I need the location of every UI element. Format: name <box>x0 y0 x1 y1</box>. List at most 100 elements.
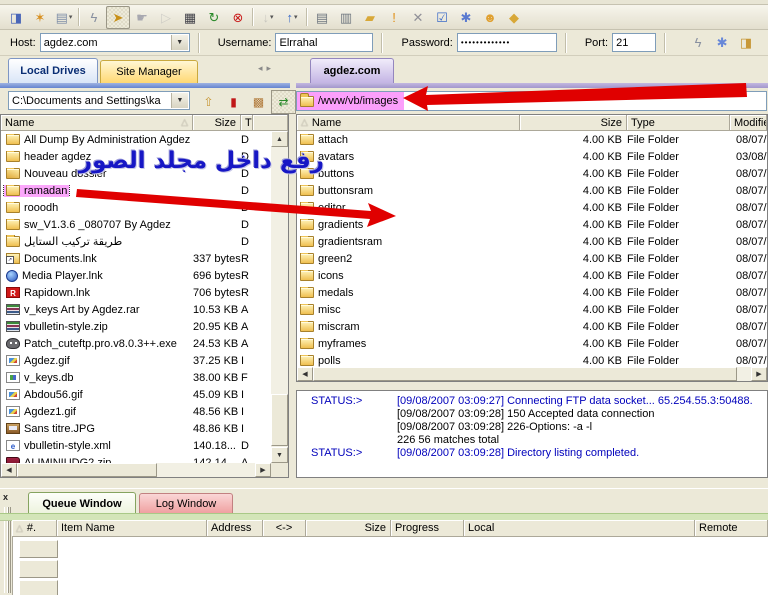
list-item[interactable]: editor 4.00 KB File Folder 08/07/ <box>297 199 767 216</box>
grab-tool-icon[interactable]: ☛ <box>130 6 154 29</box>
parent-folder-icon[interactable]: ⇧ <box>196 90 221 114</box>
new-folder-icon[interactable]: ▰ <box>358 6 382 29</box>
tasks-icon[interactable]: ☑ <box>430 6 454 29</box>
quick-connect-icon[interactable]: ϟ <box>686 31 710 54</box>
host-combo[interactable]: agdez.com ▼ <box>40 33 190 52</box>
list-item[interactable]: Documents.lnk 337 bytes R <box>1 250 271 267</box>
shield-icon[interactable]: ◆ <box>502 6 526 29</box>
download-icon[interactable]: ↓ <box>256 6 280 29</box>
list-item[interactable]: green2 4.00 KB File Folder 08/07/ <box>297 250 767 267</box>
quick-connect-wand-icon[interactable]: ✶ <box>28 6 52 29</box>
username-field[interactable]: Elrrahal <box>275 33 373 52</box>
site-manager-icon[interactable]: ◨ <box>4 6 28 29</box>
upload-icon[interactable]: ↑ <box>280 6 304 29</box>
scroll-up-icon[interactable]: ▲ <box>271 131 288 147</box>
column-header-local[interactable]: Local <box>464 520 695 537</box>
pointer-tool-icon[interactable]: ➤ <box>106 6 130 29</box>
list-item[interactable]: myframes 4.00 KB File Folder 08/07/ <box>297 335 767 352</box>
list-item[interactable]: sw_V1.3.6 _080707 By Agdez D <box>1 216 271 233</box>
list-item[interactable]: vbulletin-style.xml 140.18... D <box>1 437 271 454</box>
column-header-type[interactable]: T <box>241 115 253 131</box>
queue-list-icon[interactable]: ▤ <box>310 6 334 29</box>
list-item[interactable]: All Dump By Administration Agdez D <box>1 131 271 148</box>
list-item[interactable]: طريقة تركيب الستايل D <box>1 233 271 250</box>
list-item[interactable]: Patch_cuteftp.pro.v8.0.3++.exe 24.53 KB … <box>1 335 271 352</box>
stop-icon[interactable]: ⊗ <box>226 6 250 29</box>
list-item[interactable]: buttonsram 4.00 KB File Folder 08/07/ <box>297 182 767 199</box>
column-header-type[interactable]: Type <box>627 115 730 131</box>
red-book-icon[interactable]: ▮ <box>221 90 246 114</box>
port-field[interactable]: 21 <box>612 33 656 52</box>
column-header-direction[interactable]: <-> <box>263 520 306 537</box>
horizontal-scrollbar[interactable]: ◀ ▶ <box>1 463 271 477</box>
scrollbar-thumb[interactable] <box>271 394 288 446</box>
list-item[interactable]: Agdez1.gif 48.56 KB I <box>1 403 271 420</box>
list-item[interactable]: misc 4.00 KB File Folder 08/07/ <box>297 301 767 318</box>
list-item[interactable]: gradients 4.00 KB File Folder 08/07/ <box>297 216 767 233</box>
chevron-down-icon[interactable]: ▼ <box>171 93 188 108</box>
quick-settings-gear-icon[interactable]: ✱ <box>710 31 734 54</box>
column-header-size[interactable]: Size <box>520 115 627 131</box>
chevron-down-icon[interactable]: ▼ <box>171 35 188 50</box>
password-field[interactable]: ••••••••••••• <box>457 33 557 52</box>
tab-local-drives[interactable]: Local Drives <box>8 58 98 83</box>
url-clipboard-icon[interactable]: ▦ <box>178 6 202 29</box>
remote-path-bar[interactable]: /www/vb/images <box>296 91 767 111</box>
list-item[interactable]: ramadan D <box>1 182 271 199</box>
connect-icon[interactable]: ϟ <box>82 6 106 29</box>
column-header-modified[interactable]: Modified <box>730 115 767 131</box>
column-header-size[interactable]: Size <box>193 115 241 131</box>
tab-scroll-arrows[interactable]: ◂▸ <box>258 63 275 74</box>
arrow-disabled-icon[interactable]: ▷ <box>154 6 178 29</box>
list-item[interactable]: v_keys.db 38.00 KB F <box>1 369 271 386</box>
list-item[interactable]: Nouveau dossier D <box>1 165 271 182</box>
column-header-number[interactable]: #. <box>12 520 57 537</box>
view-thumbnails-icon[interactable]: ▩ <box>246 90 271 114</box>
scroll-left-icon[interactable]: ◀ <box>297 367 313 381</box>
list-item[interactable]: medals 4.00 KB File Folder 08/07/ <box>297 284 767 301</box>
scroll-right-icon[interactable]: ▶ <box>255 463 271 477</box>
list-item[interactable]: Sans titre.JPG 48.86 KB I <box>1 420 271 437</box>
list-item[interactable]: ALIMINIUDG2.zip 142.14... A <box>1 454 271 463</box>
scroll-down-icon[interactable]: ▼ <box>271 447 288 463</box>
local-path-combo[interactable]: C:\Documents and Settings\ka ▼ <box>8 91 190 110</box>
tab-log-window[interactable]: Log Window <box>139 493 233 514</box>
column-header-remote[interactable]: Remote <box>695 520 768 537</box>
column-header-size[interactable]: Size <box>306 520 391 537</box>
tab-site-manager[interactable]: Site Manager <box>100 60 198 83</box>
list-item[interactable]: Abdou56.gif 45.09 KB I <box>1 386 271 403</box>
list-item[interactable]: buttons 4.00 KB File Folder 08/07/ <box>297 165 767 182</box>
list-item[interactable]: gradientsram 4.00 KB File Folder 08/07/ <box>297 233 767 250</box>
edit-list-icon[interactable]: ▥ <box>334 6 358 29</box>
settings-gear-icon[interactable]: ✱ <box>454 6 478 29</box>
horizontal-scrollbar[interactable]: ◀ ▶ <box>297 367 767 381</box>
sync-folders-icon[interactable]: ⇄ <box>271 90 296 114</box>
tab-remote-site[interactable]: agdez.com <box>310 58 394 83</box>
list-item[interactable]: Media Player.lnk 696 bytes R <box>1 267 271 284</box>
list-item[interactable]: vbulletin-style.zip 20.95 KB A <box>1 318 271 335</box>
add-to-site-manager-icon[interactable]: ◨ <box>734 31 758 54</box>
alert-icon[interactable]: ! <box>382 6 406 29</box>
column-header-item-name[interactable]: Item Name <box>57 520 207 537</box>
column-header-address[interactable]: Address <box>207 520 263 537</box>
tab-queue-window[interactable]: Queue Window <box>28 492 136 514</box>
list-item[interactable]: attach 4.00 KB File Folder 08/07/ <box>297 131 767 148</box>
refresh-icon[interactable]: ↻ <box>202 6 226 29</box>
close-icon[interactable]: x <box>3 493 8 502</box>
list-item[interactable]: Rapidown.lnk 706 bytes R <box>1 284 271 301</box>
list-item[interactable]: icons 4.00 KB File Folder 08/07/ <box>297 267 767 284</box>
list-item[interactable]: rooodh D <box>1 199 271 216</box>
list-item[interactable]: v_keys Art by Agdez.rar 10.53 KB A <box>1 301 271 318</box>
column-header-progress[interactable]: Progress <box>391 520 464 537</box>
scrollbar-thumb[interactable] <box>313 367 737 381</box>
list-item[interactable]: Agdez.gif 37.25 KB I <box>1 352 271 369</box>
delete-icon[interactable]: ✕ <box>406 6 430 29</box>
identity-icon[interactable]: ☻ <box>478 6 502 29</box>
list-item[interactable]: miscram 4.00 KB File Folder 08/07/ <box>297 318 767 335</box>
new-document-icon[interactable]: ▤ <box>52 6 76 29</box>
column-header-name[interactable]: Name <box>1 115 193 131</box>
list-item[interactable]: polls 4.00 KB File Folder 08/07/ <box>297 352 767 367</box>
scroll-right-icon[interactable]: ▶ <box>751 367 767 381</box>
scrollbar-thumb[interactable] <box>17 463 157 477</box>
vertical-scrollbar[interactable]: ▲ ▼ <box>271 131 288 463</box>
